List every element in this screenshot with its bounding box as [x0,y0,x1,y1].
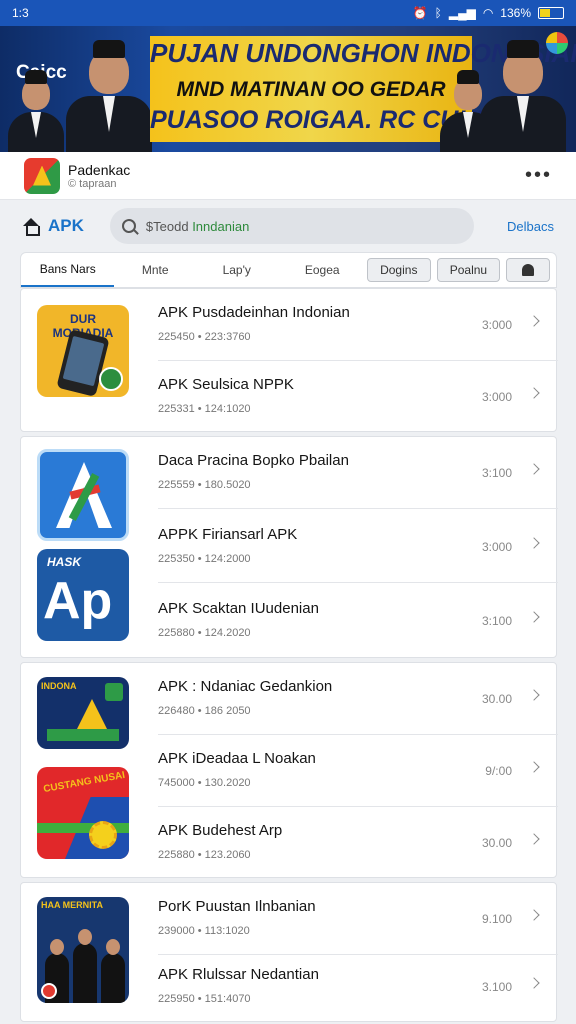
search-row: APK $Teodd Inndanian Delbacs [0,200,576,252]
promo-banner[interactable]: Caicc PUJAN UNDONGHON INDONESIAI MND MAT… [0,26,576,152]
item-title: APK Pusdadeinhan Indonian [158,304,350,321]
list-item[interactable]: APK Seulsica NPPK 225331 • 124:1020 3:00… [21,361,558,433]
battery-icon [538,7,564,19]
item-value: 3:000 [481,318,512,332]
item-meta: 225350 • 124:2000 [158,553,251,565]
bluetooth-icon: ᛒ [434,6,442,20]
search-value: Inndanian [192,218,250,234]
bell-icon [522,264,535,276]
list-item[interactable]: APK Pusdadeinhan Indonian 225450 • 223:3… [21,289,558,361]
chevron-right-icon [528,761,540,773]
list-item[interactable]: APK iDeadaa L Noakan 745000 • 130.2020 9… [21,735,558,807]
chevron-right-icon [528,387,540,399]
list-item[interactable]: APK : Ndaniac Gedankion 226480 • 186 205… [21,663,558,735]
banner-headline-1: PUJAN UNDONGHON INDONESIAI [150,38,576,68]
chevron-right-icon [528,463,540,475]
alarm-icon: ⏰ [412,6,428,20]
list-item[interactable]: APK Scaktan IUudenian 225880 • 124.2020 … [21,585,558,657]
app-subtitle: © tapraan [68,177,117,190]
more-options-icon[interactable]: ••• [525,164,552,187]
chevron-right-icon [528,315,540,327]
tab-bans-nars[interactable]: Bans Nars [21,253,115,287]
chevron-right-icon [528,611,540,623]
tab-eogea[interactable]: Eogea [277,253,366,287]
list-item[interactable]: Daca Pracina Bopko Pbailan 225559 • 180.… [21,437,558,509]
item-meta: 745000 • 130.2020 [158,777,251,789]
chevron-right-icon [528,909,540,921]
item-title: PorK Puustan Ilnbanian [158,898,316,915]
item-meta: 225331 • 124:1020 [158,403,251,415]
item-meta: 225559 • 180.5020 [158,479,251,491]
battery-percent: 136% [500,6,531,20]
item-title: Daca Pracina Bopko Pbailan [158,452,349,469]
item-value: 30.00 [481,692,512,706]
section-label: APK [48,216,84,235]
item-value: 9.100 [481,912,512,926]
item-title: APK Seulsica NPPK [158,376,294,393]
list-item[interactable]: APK Rlulssar Nedantian 225950 • 151:4070… [21,951,558,1023]
app-name: Padenkac [68,161,131,178]
item-meta: 225450 • 223:3760 [158,331,251,343]
chevron-right-icon [528,833,540,845]
item-title: APK Scaktan IUudenian [158,600,319,617]
item-meta: 225950 • 151:4070 [158,993,251,1005]
search-icon [121,219,136,233]
item-value: 3:100 [481,466,512,480]
tab-mnte[interactable]: Mnte [114,253,196,287]
app-logo-icon [24,157,60,194]
item-title: APK Budehest Arp [158,822,283,839]
banner-person [8,70,64,152]
list-item[interactable]: APK Budehest Arp 225880 • 123.2060 30.00 [21,807,558,879]
item-title: APK Rlulssar Nedantian [158,966,319,983]
app-group-card: DUR MOBIADIA APK Pusdadeinhan Indonian 2… [20,288,558,433]
brand-logo-icon [546,32,568,54]
item-value: 9/:00 [485,764,512,778]
item-meta: 225880 • 123.2060 [158,849,251,861]
banner-headline-2: MND MATINAN OO GEDAR [176,78,446,101]
banner-person-main [66,40,152,152]
item-title: APK iDeadaa L Noakan [158,750,316,767]
tab-lapy[interactable]: Lap'y [196,253,278,287]
search-input[interactable]: $Teodd Inndanian [109,208,474,244]
tab-bar: Bans Nars Mnte Lap'y Eogea Dogins Poalnu [20,252,557,288]
notifications-button[interactable] [506,258,550,282]
filter-poalnu-button[interactable]: Poalnu [436,258,501,282]
item-value: 3.100 [481,980,512,994]
item-value: 3:100 [481,614,512,628]
item-meta: 239000 • 113:1020 [158,925,250,937]
list-item[interactable]: PorK Puustan Ilnbanian 239000 • 113:1020… [21,883,558,955]
app-header: Padenkac © tapraan ••• [0,152,576,200]
item-title: APPK Firiansarl APK [158,526,298,543]
item-value: 3:000 [481,390,512,404]
item-value: 30.00 [481,836,512,850]
search-prefix: $Teodd [145,218,189,234]
home-icon[interactable] [22,218,40,236]
chevron-right-icon [528,977,540,989]
filter-dogins-button[interactable]: Dogins [366,258,431,282]
chevron-right-icon [528,537,540,549]
status-icons: ⏰ ᛒ ▂▄▆ ◠ 136% [413,6,564,20]
signal-icon: ▂▄▆ [448,6,476,20]
banner-person-right [480,40,566,152]
item-meta: 226480 • 186 2050 [158,705,251,717]
chevron-right-icon [528,689,540,701]
item-title: APK : Ndaniac Gedankion [158,678,333,695]
status-time: 1:3 [12,6,29,20]
item-meta: 225880 • 124.2020 [158,627,251,639]
header-action-link[interactable]: Delbacs [507,219,554,234]
banner-headline-3: PUASOO ROIGAA. RC CUKTON [150,106,529,134]
app-group-card: HASK Ap Daca Pracina Bopko Pbailan 22555… [20,436,558,658]
app-group-card: INDONA CUSTANG NUSAI APK : Ndaniac Gedan… [20,662,558,879]
item-value: 3:000 [481,540,512,554]
app-group-card: HAA MERNITA PorK Puustan Ilnbanian 23900… [20,882,558,1023]
status-bar: 1:3 ⏰ ᛒ ▂▄▆ ◠ 136% [0,0,576,26]
list-item[interactable]: APPK Firiansarl APK 225350 • 124:2000 3:… [21,511,558,583]
wifi-icon: ◠ [482,6,494,20]
